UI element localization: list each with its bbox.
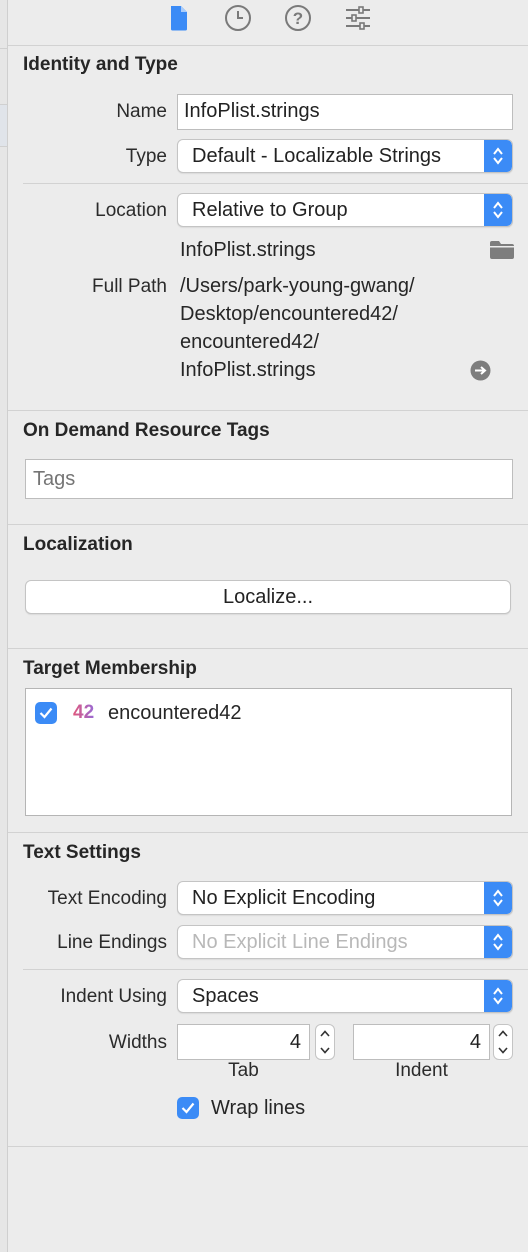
tags-input[interactable] [25,459,513,499]
svg-text:?: ? [293,9,303,28]
wrap-lines-label: Wrap lines [211,1097,306,1119]
inspector-toolbar: ? [8,0,528,46]
popup-arrows-icon [484,980,512,1012]
navigator-divider [0,104,7,105]
type-label: Type [125,146,167,167]
section-divider [8,410,528,411]
stepper-up-icon [320,1030,330,1037]
line-endings-value: No Explicit Line Endings [192,931,408,953]
localize-button[interactable]: Localize... [25,580,511,614]
target-name: encountered42 [108,702,242,724]
navigator-edge [0,0,8,1252]
indent-caption: Indent [395,1060,448,1081]
section-title-text-settings: Text Settings [23,842,141,863]
name-label: Name [116,101,167,122]
stepper-up-icon [498,1030,508,1037]
section-title-on-demand: On Demand Resource Tags [23,420,270,441]
popup-arrows-icon [484,882,512,914]
indent-using-popup[interactable]: Spaces [177,979,513,1013]
target-list [25,688,512,816]
reveal-in-finder-icon[interactable] [470,360,491,386]
type-popup-value: Default - Localizable Strings [192,145,442,167]
wrap-lines-checkbox[interactable] [177,1097,199,1119]
tab-caption: Tab [228,1060,259,1081]
divider [23,969,528,970]
indent-using-label: Indent Using [60,986,167,1007]
file-name-value: InfoPlist.strings [180,239,316,261]
full-path-line: InfoPlist.strings [180,359,316,381]
widths-label: Widths [108,1032,167,1053]
navigator-divider [0,48,7,49]
tab-width-field[interactable]: 4 [177,1024,310,1060]
attributes-inspector-icon[interactable] [344,4,372,32]
section-title-localization: Localization [23,534,133,555]
indent-width-field[interactable]: 4 [353,1024,490,1060]
popup-arrows-icon [484,926,512,958]
history-icon[interactable] [224,4,252,32]
target-checkbox[interactable] [35,702,57,724]
location-popup-value: Relative to Group [192,199,348,221]
section-divider [8,524,528,525]
popup-arrows-icon [484,140,512,172]
section-divider [8,832,528,833]
location-label: Location [95,200,167,221]
folder-icon[interactable] [489,240,515,265]
line-endings-label: Line Endings [57,932,167,953]
section-divider [8,648,528,649]
tab-width-stepper[interactable] [315,1024,335,1060]
line-endings-popup[interactable]: No Explicit Line Endings [177,925,513,959]
divider [23,183,528,184]
text-encoding-value: No Explicit Encoding [192,887,376,909]
target-app-icon: 42 [73,702,95,723]
text-encoding-label: Text Encoding [47,888,167,909]
section-title-target-membership: Target Membership [23,658,197,679]
type-popup[interactable]: Default - Localizable Strings [177,139,513,173]
stepper-down-icon [498,1047,508,1054]
name-field[interactable]: InfoPlist.strings [177,94,513,130]
full-path-line: Desktop/encountered42/ [180,303,398,325]
stepper-down-icon [320,1047,330,1054]
full-path-line: /Users/park-young-gwang/ [180,275,415,297]
full-path-label: Full Path [92,276,167,297]
indent-using-value: Spaces [192,985,259,1007]
section-title-identity: Identity and Type [23,54,178,75]
section-divider [8,1146,528,1147]
quick-help-icon[interactable]: ? [284,4,312,32]
indent-width-stepper[interactable] [493,1024,513,1060]
text-encoding-popup[interactable]: No Explicit Encoding [177,881,513,915]
popup-arrows-icon [484,194,512,226]
full-path-line: encountered42/ [180,331,320,353]
location-popup[interactable]: Relative to Group [177,193,513,227]
navigator-selection-highlight [0,104,7,146]
file-inspector-icon[interactable] [165,4,193,32]
navigator-divider [0,146,7,147]
